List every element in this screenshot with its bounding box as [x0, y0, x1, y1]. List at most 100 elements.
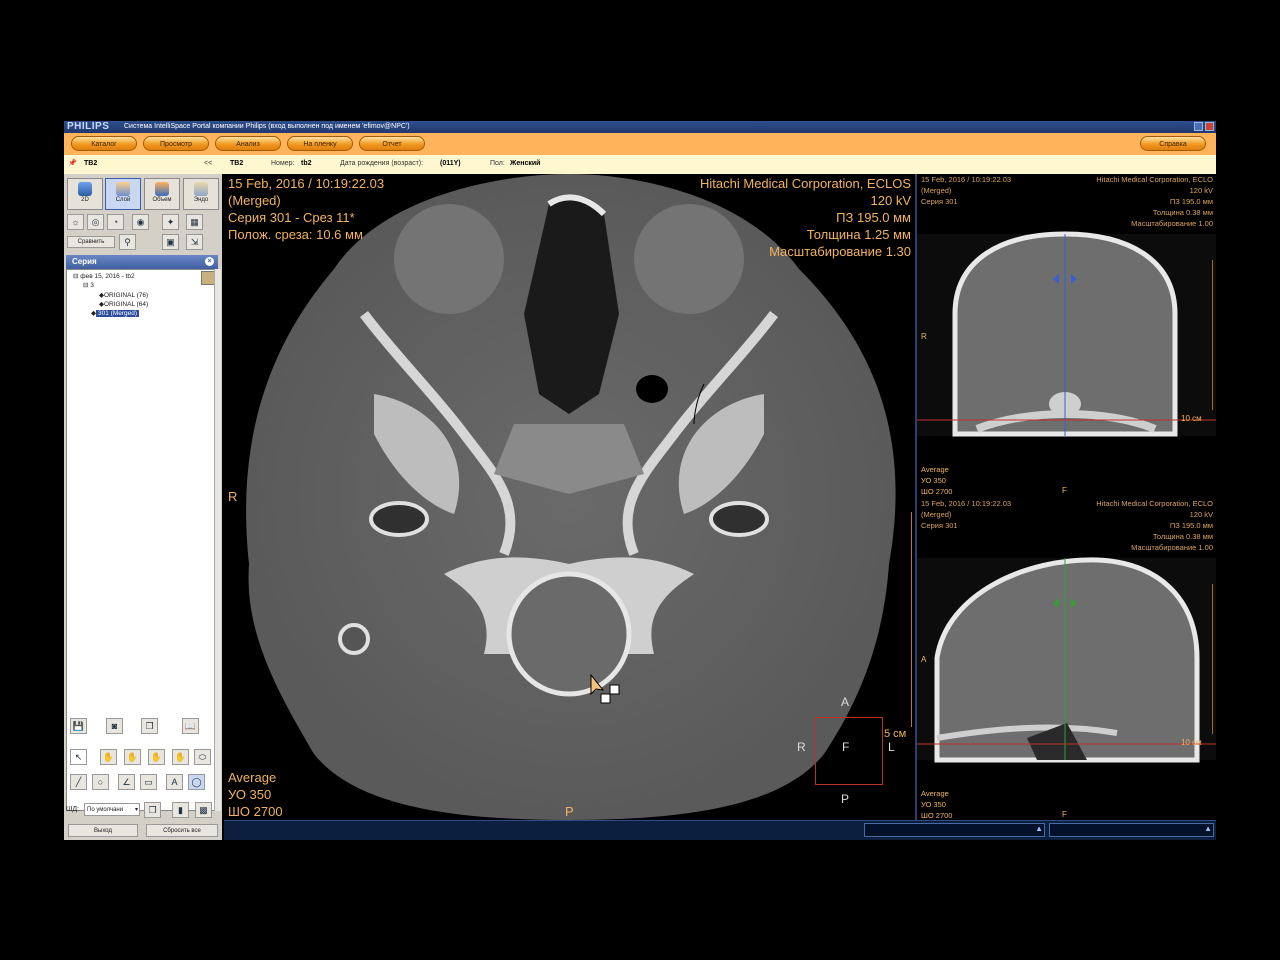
film-icon[interactable]: ▮	[172, 802, 189, 818]
book-icon[interactable]: 📖	[182, 718, 199, 734]
circle-roi-icon[interactable]: ◯	[188, 774, 205, 790]
rotate-hand-icon[interactable]: ✋	[172, 749, 189, 765]
layout-icon[interactable]: ▦	[186, 214, 203, 230]
chevron-up-icon[interactable]: ▲	[1204, 824, 1212, 833]
tree-series-item[interactable]: ◆ORIGINAL (76)	[99, 291, 148, 299]
manufacturer: Hitachi Medical Corporation, ECLO	[1096, 499, 1213, 508]
line-measure-icon[interactable]: ╱	[70, 774, 87, 790]
tree-study-item[interactable]: ⊟ фев 15, 2016 - tb2	[73, 272, 135, 280]
thickness-link[interactable]: Толщина 1.25 мм	[700, 226, 911, 243]
angle-icon[interactable]: ∠	[118, 774, 135, 790]
tree-series-selected[interactable]: ◆ 301 (Merged)	[91, 309, 140, 317]
link-icon[interactable]: ⚲	[119, 234, 136, 250]
tool-icon-4[interactable]: ◉	[132, 214, 149, 230]
minimize-button[interactable]	[1194, 122, 1203, 131]
wl-preset-select[interactable]: По умолчани ▾	[84, 803, 140, 816]
volume-icon	[155, 182, 169, 196]
series-scrollbar[interactable]	[214, 269, 221, 811]
render-mode-link[interactable]: Average	[921, 464, 952, 475]
exit-button[interactable]: Выход	[68, 824, 138, 837]
series-panel-header: Серия ×	[66, 255, 218, 269]
nav-help-button[interactable]: Справка	[1140, 136, 1206, 151]
ruler-icon[interactable]: ▭	[140, 774, 157, 790]
camera-icon[interactable]: ◙	[106, 718, 123, 734]
sagittal-viewport[interactable]: 15 Feb, 2016 / 10:19:22.03 (Merged) Сери…	[917, 498, 1216, 820]
nav-view-button[interactable]: Просмотр	[143, 136, 209, 151]
roi-icon[interactable]: ⬭	[194, 749, 211, 765]
window-level-link[interactable]: УО 350	[921, 799, 952, 810]
thumbnail-icon[interactable]	[201, 271, 215, 285]
wl-label: ШД:	[66, 806, 80, 813]
tree-series-item[interactable]: ◆ORIGINAL (64)	[99, 300, 148, 308]
collapse-panel-button[interactable]: <<	[204, 160, 212, 167]
pin-icon[interactable]: 📌	[68, 159, 77, 167]
study-datetime: 15 Feb, 2016 / 10:19:22.03	[921, 175, 1012, 184]
window-width-link[interactable]: ШО 2700	[921, 486, 952, 496]
pointer-icon[interactable]: ↖	[70, 749, 87, 765]
axial-ct-image	[246, 174, 896, 820]
tool-icon-1[interactable]: ☼	[67, 214, 84, 230]
mode-volume-tab[interactable]: Объем	[144, 178, 180, 210]
patient-tab[interactable]: ТВ2	[84, 160, 97, 167]
save-icon[interactable]: 💾	[70, 718, 87, 734]
export-icon[interactable]: ⇲	[186, 234, 203, 250]
orientation-left-label: R	[228, 489, 238, 504]
mode-volume-label: Объем	[152, 197, 172, 203]
zoom-link[interactable]: Масштабирование 1.00	[1096, 542, 1213, 553]
window-hand-icon[interactable]: ✋	[148, 749, 165, 765]
status-box-right[interactable]: ▲	[1049, 823, 1214, 837]
pan-hand-icon[interactable]: ✋	[100, 749, 117, 765]
series-icon[interactable]: ❒	[144, 802, 161, 818]
nav-report-button[interactable]: Отчет	[359, 136, 425, 151]
window-level-link[interactable]: УО 350	[921, 475, 952, 486]
mode-2d-tab[interactable]: 2D	[67, 178, 103, 210]
window-width-link[interactable]: ШО 2700	[228, 803, 283, 820]
scale-bar	[907, 512, 912, 727]
window-width-link[interactable]: ШО 2700	[921, 810, 952, 820]
tool-icon-5[interactable]: ✦	[162, 214, 179, 230]
nav-analysis-button[interactable]: Анализ	[215, 136, 281, 151]
axial-info-top-left: 15 Feb, 2016 / 10:19:22.03 (Merged) Сери…	[228, 175, 384, 243]
render-mode-link[interactable]: Average	[228, 769, 283, 786]
tree-group-item[interactable]: ⊟ 3	[83, 281, 94, 289]
dob-value: (011Y)	[440, 160, 461, 167]
series-close-icon[interactable]: ×	[205, 257, 214, 266]
coronal-viewport[interactable]: 15 Feb, 2016 / 10:19:22.03 (Merged) Сери…	[917, 174, 1216, 496]
nav-film-button[interactable]: На пленку	[287, 136, 353, 151]
zoom-link[interactable]: Масштабирование 1.00	[1096, 218, 1213, 229]
thickness-link[interactable]: Толщина 0.38 мм	[1096, 531, 1213, 542]
copy-icon[interactable]: ❐	[141, 718, 158, 734]
render-mode-link[interactable]: Average	[921, 788, 952, 799]
axial-viewport[interactable]: 15 Feb, 2016 / 10:19:22.03 (Merged) Сери…	[224, 174, 915, 820]
reset-all-button[interactable]: Сбросить все	[146, 824, 218, 837]
orientation-bottom-label: P	[565, 804, 574, 819]
cube-tool-icon[interactable]: ▣	[162, 234, 179, 250]
scale-bar-label: 5 см	[884, 728, 907, 740]
ellipse-icon[interactable]: ○	[92, 774, 109, 790]
window-level-link[interactable]: УО 350	[228, 786, 283, 803]
wl-preset-value: По умолчани	[87, 807, 124, 813]
close-button[interactable]	[1205, 122, 1214, 131]
series-slice: Серия 301 - Срез 11*	[228, 210, 355, 225]
patient-number: tb2	[301, 160, 312, 167]
zoom-hand-icon[interactable]: ✋	[124, 749, 141, 765]
grid-icon[interactable]: ▩	[195, 802, 212, 818]
mode-endo-tab[interactable]: Эндо	[183, 178, 219, 210]
tool-icon-2[interactable]: ◎	[87, 214, 104, 230]
kv-value: 120 kV	[870, 193, 911, 208]
tree-series-label: ORIGINAL (76)	[104, 292, 149, 299]
status-box-left[interactable]: ▲	[864, 823, 1045, 837]
sex-value: Женский	[510, 160, 541, 167]
compare-button[interactable]: Сравнить	[67, 236, 115, 248]
mode-slab-tab[interactable]: Слой	[105, 178, 141, 210]
axial-info-top-right: Hitachi Medical Corporation, ECLOS 120 k…	[700, 175, 911, 260]
nav-catalog-button[interactable]: Каталог	[71, 136, 137, 151]
chevron-up-icon[interactable]: ▲	[1035, 824, 1043, 833]
orientation-bottom-label: F	[1062, 810, 1067, 819]
window-title: Система IntelliSpace Portal компании Phi…	[124, 123, 410, 130]
tool-icon-3[interactable]: ◔	[107, 214, 124, 230]
sagittal-info-top-right: Hitachi Medical Corporation, ECLO 120 kV…	[1096, 498, 1213, 553]
thickness-link[interactable]: Толщина 0.38 мм	[1096, 207, 1213, 218]
annotation-icon[interactable]: A	[166, 774, 183, 790]
zoom-link[interactable]: Масштабирование 1.30	[700, 243, 911, 260]
